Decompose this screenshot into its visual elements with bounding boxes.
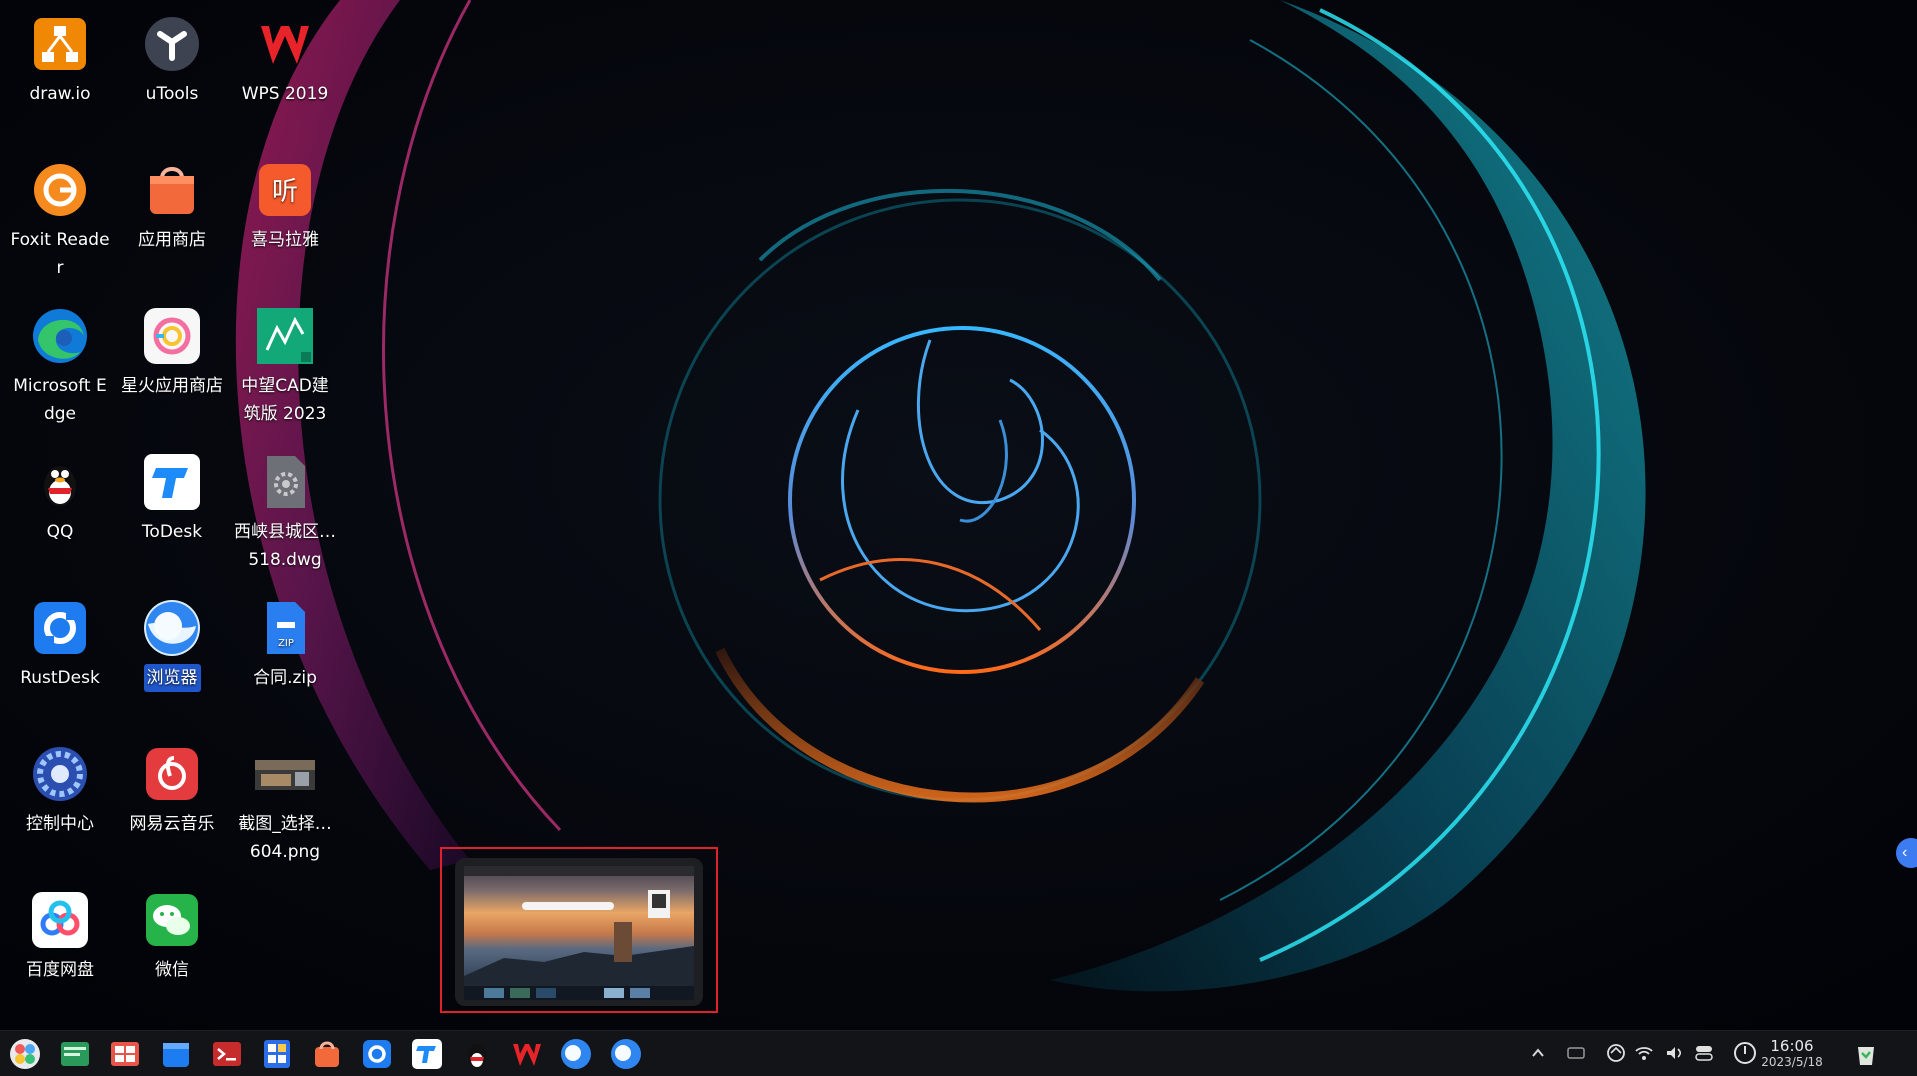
file-manager-icon[interactable]: [159, 1037, 193, 1071]
netease-music-icon: [142, 744, 202, 804]
desktop-icon-qq[interactable]: QQ: [6, 452, 114, 546]
desktop-icon-label: 截图_选择…604.png: [238, 814, 332, 862]
todesk-icon[interactable]: [410, 1037, 444, 1071]
svg-text:ZIP: ZIP: [278, 638, 294, 649]
ximalaya-icon: 听: [255, 160, 315, 220]
todesk-icon: [142, 452, 202, 512]
zip-file-icon: ZIP: [255, 598, 315, 658]
calculator-icon[interactable]: [260, 1037, 294, 1071]
browser-icon: [142, 598, 202, 658]
desktop-icon-edge[interactable]: Microsoft Edge: [6, 306, 114, 428]
desktop-icon-label: RustDesk: [20, 668, 100, 688]
desktop-icon-dwg-file[interactable]: 西峡县城区…518.dwg: [231, 452, 339, 574]
desktop-icon-drawio[interactable]: draw.io: [6, 14, 114, 108]
browser-icon-2[interactable]: [609, 1037, 643, 1071]
desktop-icon-label: 星火应用商店: [121, 376, 223, 396]
drawio-icon: [30, 14, 90, 74]
desktop-icon-label: draw.io: [29, 84, 91, 104]
window-preview-card[interactable]: [455, 858, 703, 1006]
desktop-icon-label: 西峡县城区…518.dwg: [234, 522, 336, 570]
foxit-icon: [30, 160, 90, 220]
qq-icon[interactable]: [460, 1037, 494, 1071]
launcher-icon[interactable]: [8, 1037, 42, 1071]
wifi-icon[interactable]: [1634, 1043, 1654, 1063]
clock[interactable]: 16:06 2023/5/18: [1752, 1037, 1832, 1070]
desktop-icon-baidu-netdisk[interactable]: 百度网盘: [6, 890, 114, 984]
desktop-icon-png-file[interactable]: 截图_选择…604.png: [231, 744, 339, 866]
window-preview-highlight[interactable]: [440, 847, 718, 1013]
desktop-icon-label: 浏览器: [143, 664, 201, 692]
desktop-icon-wps[interactable]: WPS 2019: [231, 14, 339, 108]
zwcad-icon: [255, 306, 315, 366]
app-store-icon: [142, 160, 202, 220]
browser-icon[interactable]: [559, 1037, 593, 1071]
keyboard-icon[interactable]: [1566, 1043, 1586, 1063]
utools-icon: [142, 14, 202, 74]
desktop-icon-todesk[interactable]: ToDesk: [118, 452, 226, 546]
desktop-icon-label: WPS 2019: [241, 84, 329, 104]
desktop-icon-label: 微信: [155, 960, 189, 980]
multitask-view-icon[interactable]: [108, 1037, 142, 1071]
desktop-icon-foxit[interactable]: Foxit Reader: [6, 160, 114, 282]
terminal-green-icon[interactable]: [58, 1037, 92, 1071]
baidu-netdisk-icon: [30, 890, 90, 950]
app-store-icon[interactable]: [310, 1037, 344, 1071]
control-center-icon: [30, 744, 90, 804]
edge-icon: [30, 306, 90, 366]
volume-icon[interactable]: [1664, 1043, 1684, 1063]
desktop-icon-label: 中望CAD建筑版 2023: [241, 376, 329, 424]
desktop-icon-control-center[interactable]: 控制中心: [6, 744, 114, 838]
terminal-icon[interactable]: [210, 1037, 244, 1071]
desktop-icon-label: ToDesk: [141, 522, 203, 542]
desktop-icon-wechat[interactable]: 微信: [118, 890, 226, 984]
wechat-icon: [142, 890, 202, 950]
desktop-icon-label: Microsoft Edge: [13, 376, 107, 424]
desktop-icon-label: 网易云音乐: [129, 814, 215, 834]
desktop-icon-label: 控制中心: [26, 814, 94, 834]
desktop-icon-utools[interactable]: uTools: [118, 14, 226, 108]
desktop-icon-label: 喜马拉雅: [251, 230, 319, 250]
svg-text:听: 听: [272, 177, 298, 207]
network-icon[interactable]: [1606, 1043, 1626, 1063]
wps-icon[interactable]: [510, 1037, 544, 1071]
desktop-icon-rustdesk[interactable]: RustDesk: [6, 598, 114, 692]
spark-store-icon: [142, 306, 202, 366]
rustdesk-icon: [30, 598, 90, 658]
browser-window-thumbnail: [464, 866, 694, 1000]
wps-icon: [255, 14, 315, 74]
desktop-icon-ximalaya[interactable]: 听 喜马拉雅: [231, 160, 339, 254]
png-file-icon: [255, 744, 315, 804]
dwg-file-icon: [255, 452, 315, 512]
chevron-up-icon[interactable]: [1528, 1043, 1548, 1063]
desktop-icon-label: Foxit Reader: [10, 230, 110, 278]
taskbar: 16:06 2023/5/18: [0, 1030, 1917, 1076]
toggle-icon[interactable]: [1694, 1043, 1714, 1063]
trash-icon[interactable]: [1852, 1039, 1880, 1067]
desktop-icon-label: QQ: [46, 522, 74, 542]
desktop-icon-label: 百度网盘: [26, 960, 94, 980]
rustdesk-icon[interactable]: [360, 1037, 394, 1071]
desktop-icon-app-store[interactable]: 应用商店: [118, 160, 226, 254]
desktop-icon-browser[interactable]: 浏览器: [118, 598, 226, 692]
desktop-icon-label: uTools: [145, 84, 199, 104]
desktop-icon-label: 应用商店: [138, 230, 206, 250]
desktop-icon-spark-store[interactable]: 星火应用商店: [118, 306, 226, 400]
desktop-icon-netease-music[interactable]: 网易云音乐: [118, 744, 226, 838]
chevron-left-icon: ‹: [1902, 844, 1908, 861]
clock-date: 2023/5/18: [1761, 1055, 1823, 1069]
clock-time: 16:06: [1770, 1037, 1814, 1055]
desktop-icon-label: 合同.zip: [253, 668, 317, 688]
desktop-icon-zwcad[interactable]: 中望CAD建筑版 2023: [231, 306, 339, 428]
desktop-icon-zip-file[interactable]: ZIP 合同.zip: [231, 598, 339, 692]
qq-icon: [30, 452, 90, 512]
